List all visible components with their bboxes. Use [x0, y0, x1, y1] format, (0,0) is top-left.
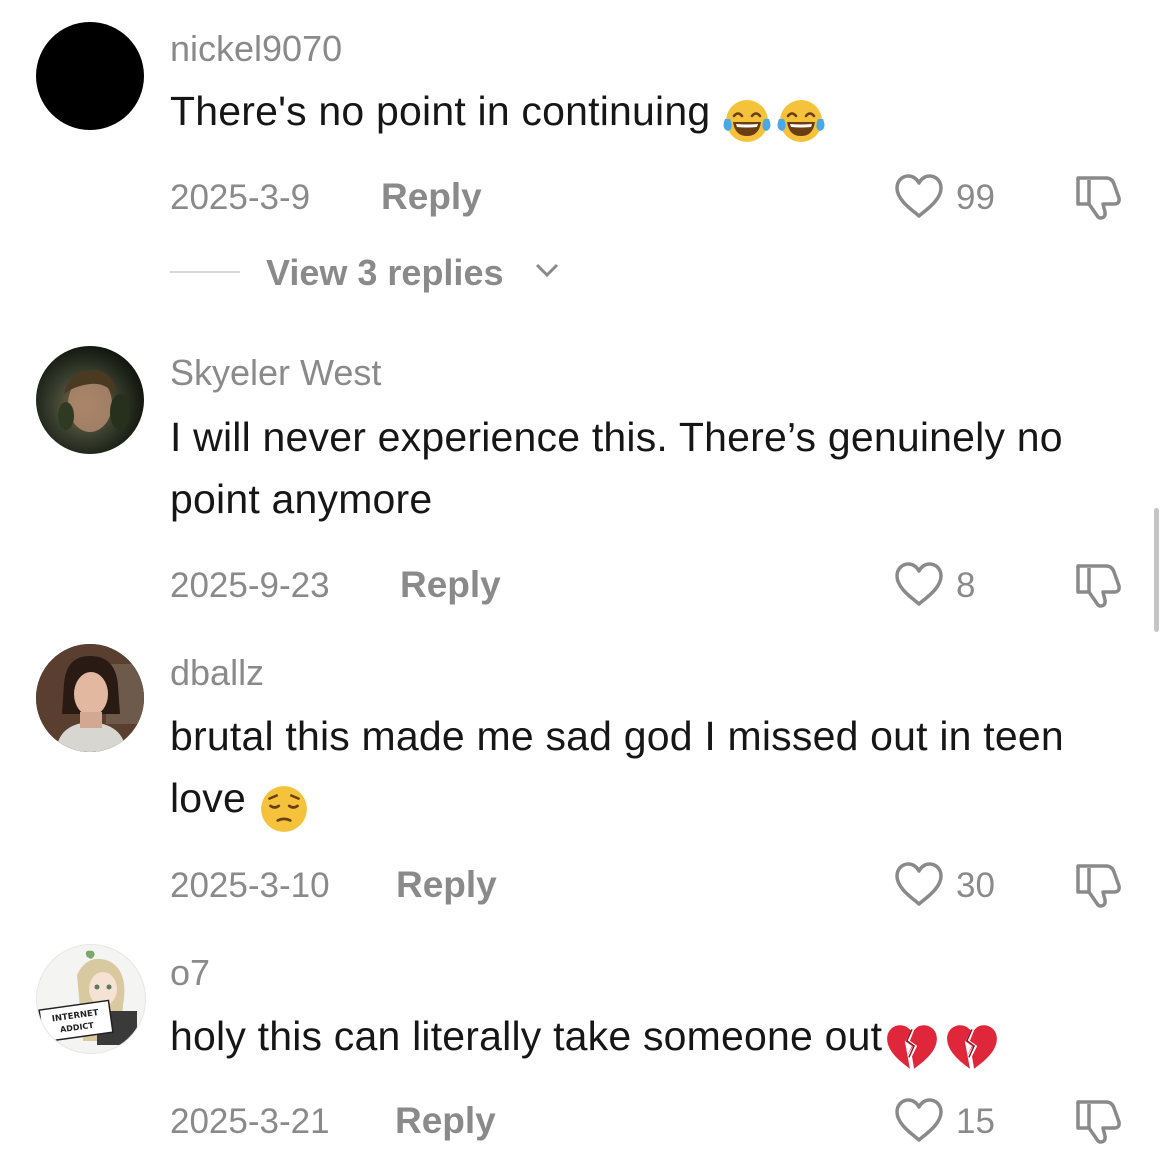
comment-text: I will never experience this. There’s ge…: [170, 414, 1063, 522]
comment-text: holy this can literally take someone out: [170, 1005, 1140, 1075]
avatar[interactable]: INTERNET ADDICT: [36, 944, 146, 1054]
reply-button[interactable]: Reply: [396, 864, 497, 906]
heart-outline-icon[interactable]: [893, 860, 945, 908]
avatar[interactable]: [36, 346, 144, 454]
like-count: 30: [956, 866, 995, 905]
comment-date: 2025-3-10: [170, 866, 330, 905]
emoji-group: [884, 1013, 1004, 1075]
reply-button[interactable]: Reply: [400, 564, 501, 606]
thumbs-down-outline-icon[interactable]: [1072, 172, 1124, 220]
comment-username[interactable]: Skyeler West: [170, 352, 381, 394]
comment-text: There's no point in continuing: [170, 80, 1140, 150]
comment-text-content: holy this can literally take someone out: [170, 1013, 883, 1059]
reply-button[interactable]: Reply: [381, 176, 482, 218]
comment-actions: 2025-3-21 Reply 15: [0, 1096, 1170, 1146]
broken-heart-icon: [944, 1021, 1000, 1073]
heart-outline-icon[interactable]: [893, 1096, 945, 1144]
thumbs-down-outline-icon[interactable]: [1072, 1096, 1124, 1144]
thumbs-down-outline-icon[interactable]: [1072, 860, 1124, 908]
comment-username[interactable]: o7: [170, 952, 210, 994]
chevron-down-icon: [535, 263, 559, 278]
comment-date: 2025-3-9: [170, 178, 311, 217]
avatar[interactable]: [36, 644, 144, 752]
profile-photo: [36, 644, 144, 752]
heart-outline-icon[interactable]: [893, 560, 945, 608]
comment-text-content: There's no point in continuing: [170, 88, 711, 134]
comment-actions: 2025-3-9 Reply 99: [0, 172, 1170, 222]
view-replies-button[interactable]: View 3 replies: [170, 248, 590, 296]
like-count: 8: [956, 566, 976, 605]
heart-outline-icon[interactable]: [893, 172, 945, 220]
comment-text: brutal this made me sad god I missed out…: [170, 705, 1140, 837]
reply-button[interactable]: Reply: [395, 1100, 496, 1142]
pensive-face-icon: [258, 783, 310, 835]
thumbs-down-outline-icon[interactable]: [1072, 560, 1124, 608]
comment-username[interactable]: nickel9070: [170, 28, 342, 70]
avatar[interactable]: [36, 22, 144, 130]
scrollbar[interactable]: [1154, 508, 1159, 632]
comment-actions: 2025-9-23 Reply 8: [0, 560, 1170, 610]
emoji-group: [722, 88, 830, 150]
like-count: 99: [956, 178, 995, 217]
profile-photo: INTERNET ADDICT: [38, 950, 137, 1045]
like-count: 15: [956, 1102, 995, 1141]
comment-date: 2025-3-21: [170, 1102, 330, 1141]
comment-username[interactable]: dballz: [170, 652, 264, 694]
profile-photo: [58, 369, 130, 432]
broken-heart-icon: [884, 1021, 940, 1073]
divider-line: [170, 271, 240, 273]
view-replies-label: View 3 replies: [266, 252, 504, 293]
comment-date: 2025-9-23: [170, 566, 330, 605]
emoji-group: [258, 775, 314, 837]
face-with-tears-of-joy-icon: [776, 97, 826, 147]
face-with-tears-of-joy-icon: [722, 97, 772, 147]
comment-actions: 2025-3-10 Reply 30: [0, 860, 1170, 910]
